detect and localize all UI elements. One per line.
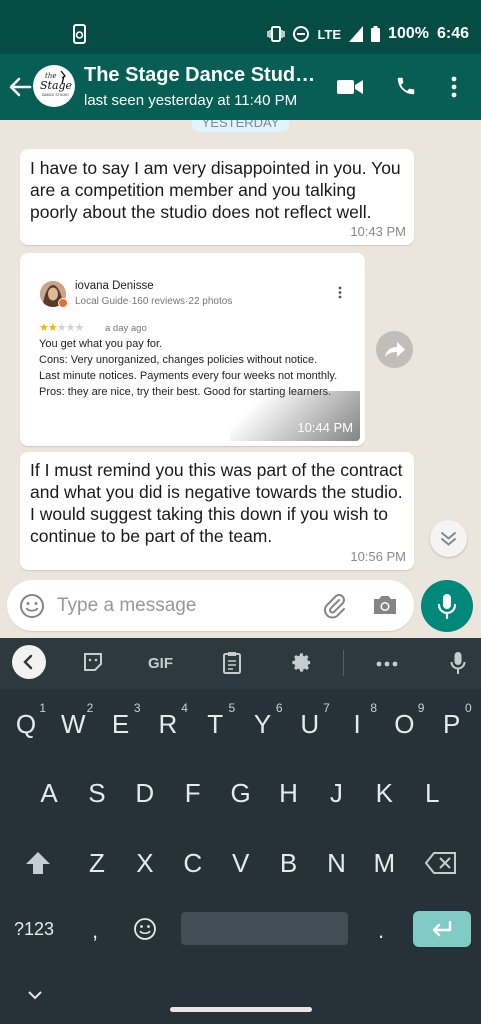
message-time: 10:43 PM (350, 224, 406, 239)
voice-input-icon[interactable] (450, 651, 466, 675)
key-a[interactable]: A (31, 778, 67, 809)
message-time: 10:56 PM (350, 549, 406, 564)
key-i[interactable]: I8 (339, 701, 377, 740)
key-h[interactable]: H (271, 778, 307, 809)
period-key[interactable]: . (378, 918, 384, 944)
key-z[interactable]: Z (79, 848, 115, 879)
double-chevron-down-icon (441, 532, 456, 546)
message-bubble[interactable]: If I must remind you this was part of th… (20, 452, 414, 570)
image-message-bubble[interactable]: iovana Denisse Local Guide·160 reviews·2… (20, 253, 365, 446)
clipboard-icon[interactable] (222, 651, 242, 675)
status-bar: LTE 100% 6:46 (0, 0, 481, 54)
hide-keyboard-icon[interactable] (27, 990, 43, 1000)
review-screenshot-image[interactable]: iovana Denisse Local Guide·160 reviews·2… (25, 258, 360, 441)
key-b[interactable]: B (271, 848, 307, 879)
more-horizontal-icon[interactable] (376, 661, 398, 667)
keyboard-collapse-button[interactable] (12, 645, 46, 679)
key-m[interactable]: M (366, 848, 402, 879)
sticker-icon[interactable] (82, 651, 104, 673)
forward-icon (385, 342, 405, 357)
home-gesture-bar[interactable] (170, 1007, 312, 1012)
keyboard: GIF Q1W2 E3R4T5 Y6U7 I8O9 P0 ASDFGHJKL ZXCVB… (0, 638, 481, 1024)
forward-button[interactable] (376, 331, 413, 368)
back-arrow-icon[interactable] (6, 73, 34, 101)
message-bubble[interactable]: I have to say I am very disappointed in … (20, 149, 414, 245)
backspace-icon[interactable] (425, 852, 457, 874)
do-not-disturb-icon (293, 26, 310, 42)
contact-avatar[interactable]: the Stage DANCE STUDIO (33, 65, 75, 107)
space-key[interactable] (181, 912, 348, 945)
keyboard-toolbar: GIF (0, 638, 481, 689)
key-q[interactable]: Q1 (8, 701, 46, 740)
voice-call-icon[interactable] (395, 75, 417, 97)
chevron-left-icon (23, 654, 33, 670)
attach-icon[interactable] (321, 592, 349, 620)
settings-gear-icon[interactable] (290, 651, 313, 674)
emoji-icon[interactable] (19, 593, 45, 619)
key-x[interactable]: X (127, 848, 163, 879)
local-guide-badge-icon (58, 298, 68, 308)
enter-key[interactable] (413, 911, 471, 947)
svg-text:Stage: Stage (40, 79, 73, 92)
svg-text:DANCE STUDIO: DANCE STUDIO (42, 93, 69, 97)
message-time: 10:44 PM (297, 420, 353, 435)
review-more-icon (338, 286, 342, 299)
last-seen-status: last seen yesterday at 11:40 PM (84, 92, 298, 109)
key-v[interactable]: V (223, 848, 259, 879)
shift-icon[interactable] (24, 850, 52, 876)
navigation-bar (0, 968, 481, 1024)
voice-record-button[interactable] (421, 580, 473, 632)
comma-key[interactable]: , (92, 918, 98, 944)
date-divider: YESTERDAY (192, 120, 289, 132)
phone-sync-icon (73, 24, 86, 44)
key-d[interactable]: D (127, 778, 163, 809)
key-k[interactable]: K (366, 778, 402, 809)
key-o[interactable]: O9 (386, 701, 424, 740)
reviewer-meta: Local Guide·160 reviews·22 photos (75, 296, 233, 307)
network-type: LTE (317, 26, 342, 42)
key-j[interactable]: J (318, 778, 354, 809)
battery-level: 100% (388, 25, 429, 42)
key-f[interactable]: F (175, 778, 211, 809)
enter-icon (432, 920, 452, 937)
signal-icon (349, 26, 364, 42)
key-u[interactable]: U7 (292, 701, 329, 740)
key-s[interactable]: S (79, 778, 115, 809)
contact-name[interactable]: The Stage Dance Studi… (84, 64, 319, 87)
key-y[interactable]: Y6 (245, 701, 283, 740)
key-n[interactable]: N (319, 848, 355, 879)
key-t[interactable]: T5 (197, 701, 235, 740)
message-text: If I must remind you this was part of th… (30, 460, 403, 546)
symbols-key[interactable]: ?123 (14, 919, 54, 940)
reviewer-name: iovana Denisse (75, 280, 154, 292)
scroll-to-bottom-button[interactable] (430, 520, 467, 557)
message-input[interactable]: Type a message (57, 595, 196, 617)
chat-header: the Stage DANCE STUDIO The Stage Dance S… (0, 54, 481, 120)
camera-icon[interactable] (372, 593, 398, 617)
message-composer[interactable]: Type a message (7, 580, 414, 631)
emoji-key-icon[interactable] (133, 917, 157, 941)
more-options-icon[interactable] (450, 76, 458, 98)
battery-icon (371, 26, 381, 42)
video-call-icon[interactable] (337, 78, 363, 96)
vibrate-icon (267, 26, 286, 42)
star-rating: ★★★★★ (39, 322, 84, 334)
review-date: a day ago (105, 323, 147, 334)
key-g[interactable]: G (223, 778, 259, 809)
key-l[interactable]: L (414, 778, 450, 809)
microphone-icon (437, 594, 457, 620)
message-list[interactable]: YESTERDAY I have to say I am very disapp… (0, 120, 481, 638)
key-p[interactable]: P0 (434, 701, 472, 740)
studio-logo: the Stage DANCE STUDIO (40, 70, 73, 97)
gif-button[interactable]: GIF (148, 655, 173, 672)
key-c[interactable]: C (175, 848, 211, 879)
clock: 6:46 (436, 25, 469, 42)
message-text: I have to say I am very disappointed in … (30, 158, 401, 222)
key-w[interactable]: W2 (55, 701, 93, 740)
key-r[interactable]: R4 (150, 701, 188, 740)
key-e[interactable]: E3 (103, 701, 141, 740)
